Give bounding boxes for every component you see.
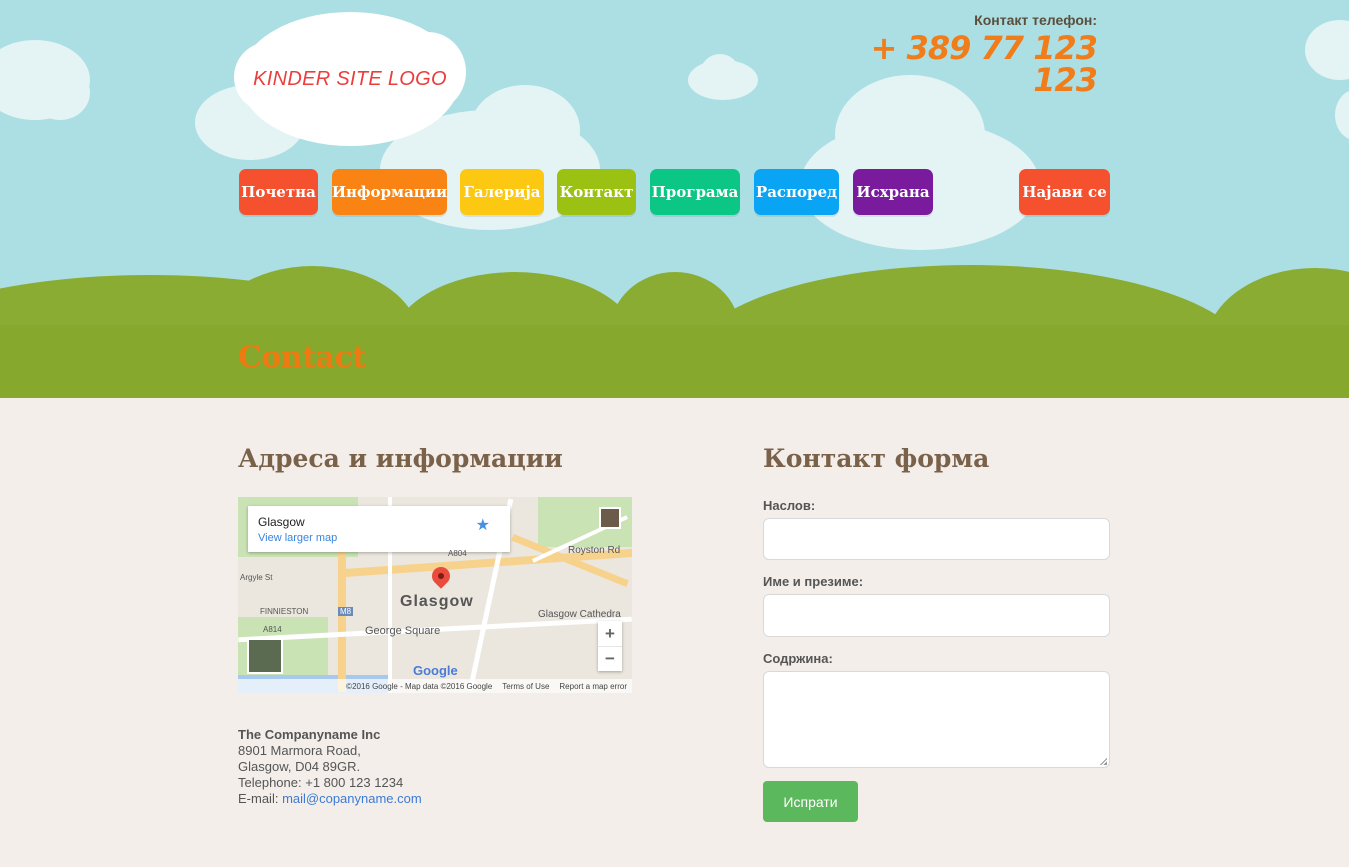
nav-item-schedule[interactable]: Распоред (754, 169, 839, 215)
map-label: Royston Rd (568, 545, 621, 556)
nav-item-program[interactable]: Програма (650, 169, 740, 215)
map-label: M8 (338, 607, 354, 616)
nav-item-label: Програма (651, 183, 739, 201)
nav-item-nutrition[interactable]: Исхрана (853, 169, 933, 215)
zoom-in-button[interactable]: + (598, 621, 622, 646)
content-label: Содржина: (763, 651, 833, 666)
contact-form-title: Контакт форма (763, 444, 990, 473)
login-button-label: Најави се (1022, 183, 1107, 201)
address-email-row: E-mail: mail@copanyname.com (238, 791, 422, 807)
map-label: Glasgow Cathedra (538, 609, 621, 620)
email-link[interactable]: mail@copanyname.com (282, 791, 422, 806)
name-label: Име и презиме: (763, 574, 864, 589)
nav-item-contact[interactable]: Контакт (557, 169, 636, 215)
google-map[interactable]: Glasgow View larger map ★ Royston Rd Gla… (238, 497, 632, 693)
map-label: George Square (365, 625, 441, 637)
nav-item-label: Галерија (463, 183, 541, 201)
site-logo[interactable]: KINDER SITE LOGO (234, 12, 466, 146)
map-report-link[interactable]: Report a map error (559, 682, 627, 691)
company-name: The Companyname Inc (238, 727, 381, 742)
phone-label: Контакт телефон: (974, 12, 1097, 28)
map-zoom-control: + − (598, 621, 622, 671)
address-section-title: Адреса и информации (238, 444, 563, 473)
nav-item-label: Почетна (241, 183, 316, 201)
map-city-label: Glasgow (400, 593, 474, 610)
map-place-name: Glasgow (258, 515, 305, 529)
address-city: Glasgow, D04 89GR. (238, 759, 361, 774)
map-pin-dot (438, 573, 444, 579)
google-logo: Google (413, 663, 458, 678)
address-telephone: Telephone: +1 800 123 1234 (238, 775, 404, 790)
map-info-card: Glasgow View larger map ★ (248, 506, 510, 552)
address-street: 8901 Marmora Road, (238, 743, 361, 758)
user-avatar[interactable] (599, 507, 621, 529)
satellite-toggle[interactable] (247, 638, 283, 674)
map-terms-link[interactable]: Terms of Use (502, 682, 549, 691)
nav-item-home[interactable]: Почетна (239, 169, 318, 215)
nav-item-label: Исхрана (856, 183, 930, 201)
map-label: Argyle St (240, 573, 273, 582)
address-block: The Companyname Inc 8901 Marmora Road, G… (238, 727, 422, 807)
subject-input[interactable] (763, 518, 1110, 560)
nav-item-label: Контакт (559, 183, 634, 201)
name-input[interactable] (763, 594, 1110, 637)
nav-item-information[interactable]: Информации (332, 169, 447, 215)
logo-text: KINDER SITE LOGO (253, 67, 447, 90)
map-label: A814 (263, 625, 282, 634)
nav-item-gallery[interactable]: Галерија (460, 169, 544, 215)
view-larger-map-link[interactable]: View larger map (258, 532, 337, 544)
submit-button[interactable]: Испрати (763, 781, 858, 822)
map-copyright: ©2016 Google - Map data ©2016 Google (346, 681, 493, 691)
map-label: A804 (448, 549, 467, 558)
page-title: Contact (238, 340, 366, 375)
nav-item-label: Информации (331, 183, 448, 201)
star-icon[interactable]: ★ (476, 515, 490, 535)
login-button[interactable]: Најави се (1019, 169, 1110, 215)
phone-number: + 389 77 123 123 (870, 29, 1098, 99)
map-footer: ©2016 Google - Map data ©2016 Google Ter… (238, 679, 632, 693)
map-label: FINNIESTON (260, 607, 309, 616)
subject-label: Наслов: (763, 498, 816, 513)
content-textarea[interactable] (763, 671, 1110, 768)
nav-item-label: Распоред (755, 183, 838, 201)
resize-handle-icon[interactable] (1099, 757, 1107, 765)
zoom-out-button[interactable]: − (598, 646, 622, 671)
email-label: E-mail: (238, 791, 283, 806)
